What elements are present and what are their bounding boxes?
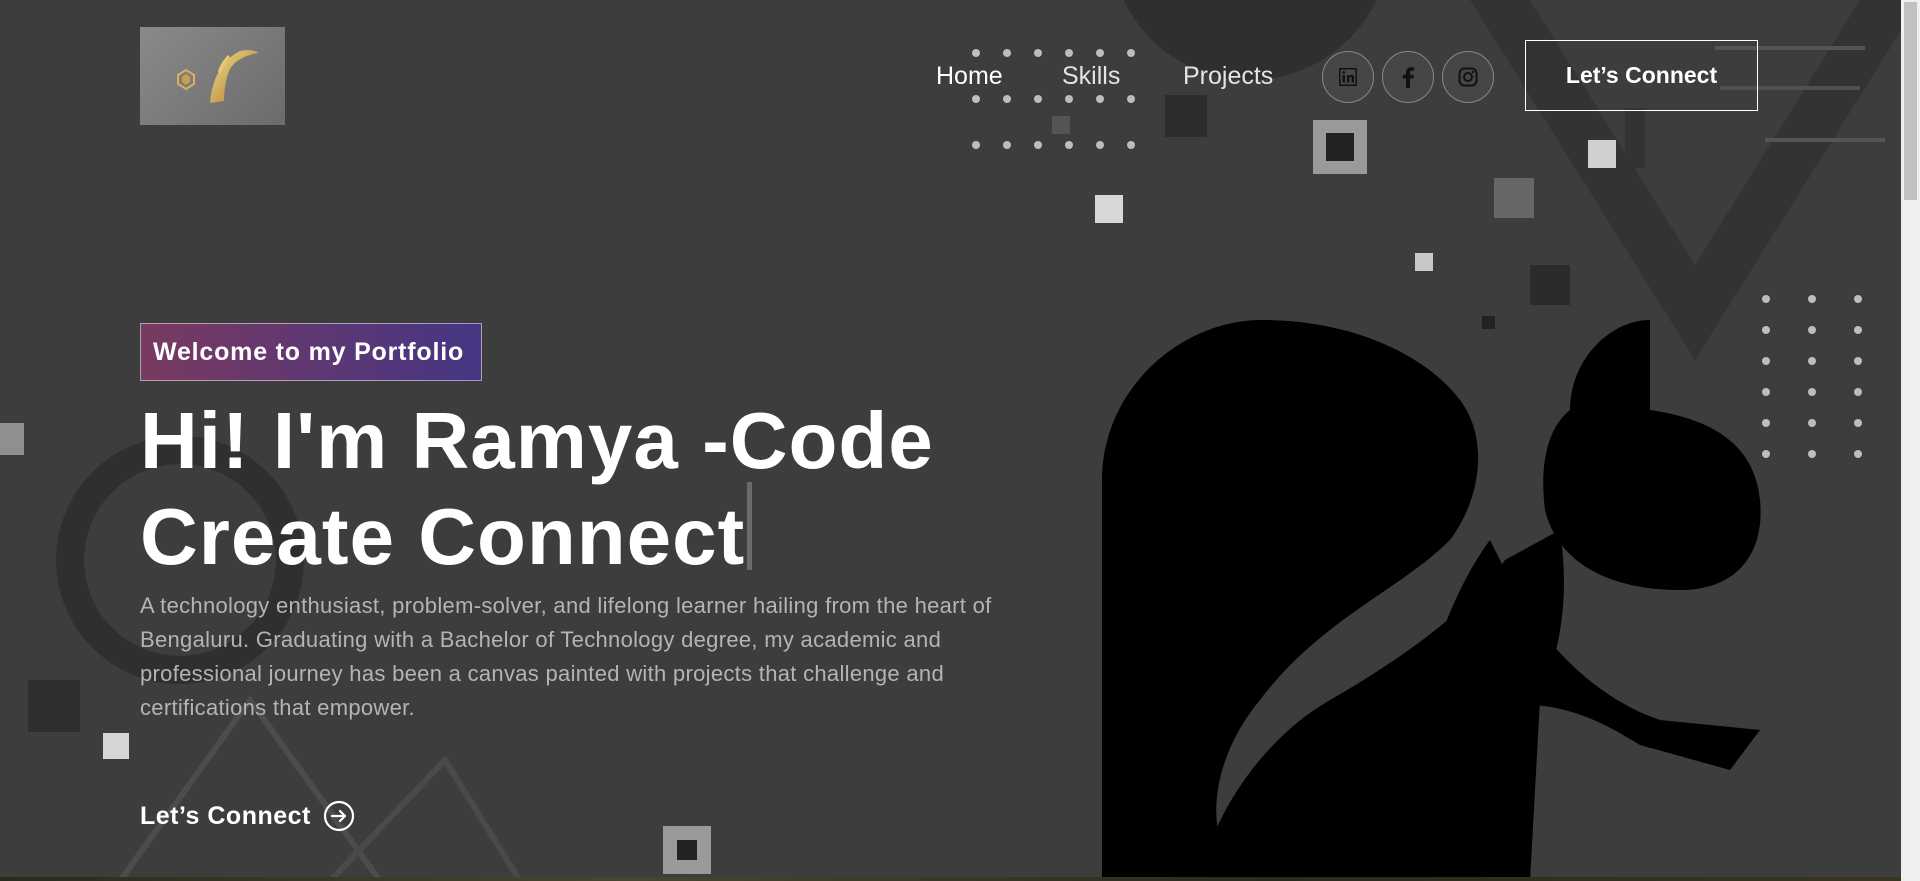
nav-link-home[interactable]: Home	[936, 62, 1003, 91]
nav-link-skills[interactable]: Skills	[1062, 62, 1120, 91]
social-facebook-button[interactable]	[1382, 51, 1434, 103]
hero-connect-link[interactable]: Let’s Connect	[140, 800, 355, 832]
scrollbar-thumb[interactable]	[1904, 2, 1917, 200]
typing-caret	[747, 482, 753, 570]
squirrel-silhouette	[1102, 320, 1761, 881]
arrow-circle-right-icon	[323, 800, 354, 832]
bottom-edge-strip	[0, 877, 1901, 881]
site-logo[interactable]	[140, 27, 285, 125]
headline-line-2: Create Connect	[140, 492, 746, 581]
social-instagram-button[interactable]	[1442, 51, 1494, 103]
nav-link-projects[interactable]: Projects	[1183, 62, 1273, 91]
page-scrollbar[interactable]	[1901, 0, 1920, 881]
hero-headline: Hi! I'm Ramya -Code Create Connect	[140, 400, 1040, 578]
welcome-tagline: Welcome to my Portfolio	[140, 323, 482, 381]
brand-r-logo-icon	[176, 50, 258, 103]
social-linkedin-button[interactable]	[1322, 51, 1374, 103]
header-connect-button[interactable]: Let’s Connect	[1525, 40, 1758, 111]
hero-connect-label: Let’s Connect	[140, 801, 311, 830]
headline-line-1: Hi! I'm Ramya -Code	[140, 396, 934, 485]
instagram-icon	[1458, 67, 1478, 87]
hero-intro-text: A technology enthusiast, problem-solver,…	[140, 593, 992, 720]
facebook-icon	[1402, 67, 1414, 88]
linkedin-icon	[1339, 68, 1357, 86]
